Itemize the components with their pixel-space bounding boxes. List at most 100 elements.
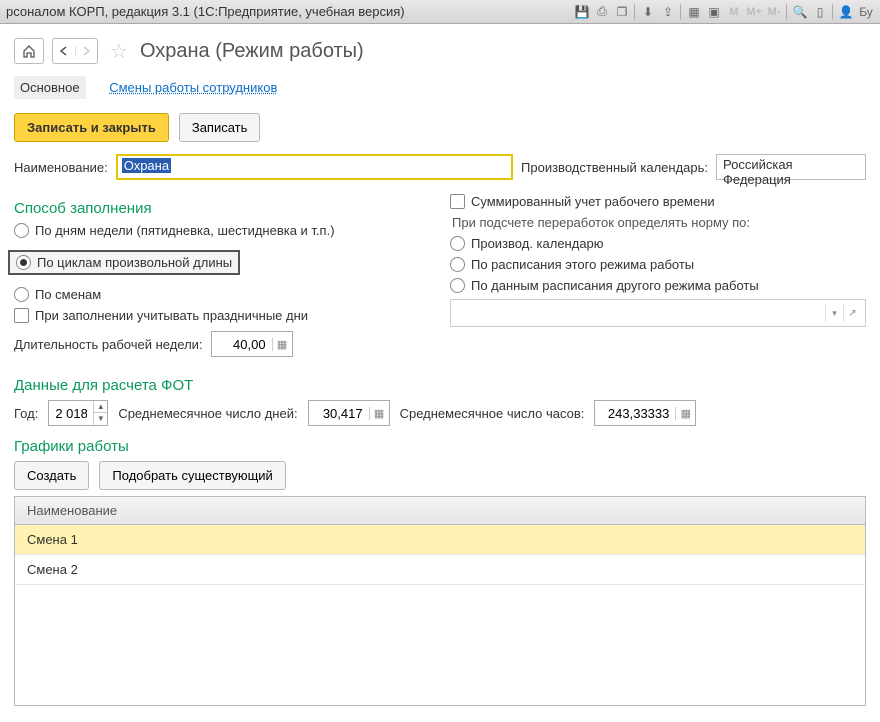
save-button[interactable]: Записать [179,113,261,142]
print-icon[interactable]: ⎙ [594,4,610,20]
tabs: Основное Смены работы сотрудников [14,76,866,99]
check-holidays[interactable]: При заполнении учитывать праздничные дни [14,308,430,323]
radio-icon [14,223,29,238]
radio-overtime-this[interactable]: По расписания этого режима работы [450,257,866,272]
avg-days-field[interactable]: ▦ [308,400,390,426]
titlebar-icons: 💾 ⎙ ❐ ⬇ ⇪ ▦ ▣ M M+ M- 🔍 ▯ 👤 Бу [574,4,874,20]
label-year: Год: [14,406,38,421]
radio-by-cycles[interactable]: По циклам произвольной длины [8,250,240,275]
year-spinner[interactable]: ▲▼ [93,401,107,425]
upload-icon[interactable]: ⇪ [660,4,676,20]
label-overtime: При подсчете переработок определять норм… [452,215,866,230]
radio-icon [16,255,31,270]
spin-up-icon[interactable]: ▲ [94,401,107,413]
name-input[interactable]: Охрана [116,154,513,180]
checkbox-icon [14,308,29,323]
chevron-down-icon: ▾ [825,304,843,322]
tab-main[interactable]: Основное [14,76,86,99]
user-icon[interactable]: 👤 [838,4,854,20]
favorite-star-icon[interactable]: ☆ [110,39,128,64]
page-title: Охрана (Режим работы) [140,40,364,63]
check-label: При заполнении учитывать праздничные дни [35,308,308,323]
calendar-input[interactable]: Российская Федерация [716,154,866,180]
radio-label: По данным расписания другого режима рабо… [471,278,759,293]
expand-icon[interactable]: ↗ [843,304,861,322]
avg-hours-input[interactable] [595,404,675,423]
radio-icon [450,257,465,272]
save-close-button[interactable]: Записать и закрыть [14,113,169,142]
home-icon [22,44,36,58]
calendar-picker-icon[interactable]: ▦ [369,407,389,420]
separator [832,4,834,20]
pick-existing-button[interactable]: Подобрать существующий [99,461,285,490]
week-length-field[interactable]: ▦ [211,331,293,357]
m-icon[interactable]: M [726,4,742,20]
action-buttons: Записать и закрыть Записать [14,113,866,142]
radio-by-weekdays[interactable]: По дням недели (пятидневка, шестидневка … [14,223,430,238]
name-input-selection: Охрана [122,158,171,173]
calendar-picker-icon[interactable]: ▦ [675,407,695,420]
home-button[interactable] [14,38,44,64]
check-label: Суммированный учет рабочего времени [471,194,715,209]
radio-icon [450,278,465,293]
arrow-right-icon [81,46,91,56]
name-row: Наименование: Охрана Производственный ка… [14,154,866,180]
titlebar-text: рсоналом КОРП, редакция 3.1 (1С:Предприя… [6,4,405,19]
radio-label: Производ. календарю [471,236,604,251]
table-row[interactable]: Смена 1 [15,525,865,555]
year-input[interactable] [49,404,93,423]
radio-label: По сменам [35,287,101,302]
table-body: Смена 1 Смена 2 [15,525,865,705]
schedules-table: Наименование Смена 1 Смена 2 [14,496,866,706]
panel-icon[interactable]: ▯ [812,4,828,20]
section-fill-method: Способ заполнения [14,200,430,217]
radio-icon [450,236,465,251]
save-disk-icon[interactable]: 💾 [574,4,590,20]
spin-down-icon[interactable]: ▼ [94,413,107,425]
titlebar: рсоналом КОРП, редакция 3.1 (1С:Предприя… [0,0,880,24]
radio-overtime-other[interactable]: По данным расписания другого режима рабо… [450,278,866,293]
zoom-icon[interactable]: 🔍 [792,4,808,20]
separator [680,4,682,20]
label-avg-hours: Среднемесячное число часов: [400,406,585,421]
m-minus-icon[interactable]: M- [766,4,782,20]
avg-hours-field[interactable]: ▦ [594,400,696,426]
radio-icon [14,287,29,302]
download-icon[interactable]: ⬇ [640,4,656,20]
nav-row: ☆ Охрана (Режим работы) [14,38,866,64]
other-schedule-select[interactable]: ▾ ↗ [450,299,866,327]
week-length-input[interactable] [212,335,272,354]
left-column: Способ заполнения По дням недели (пятидн… [14,190,430,367]
separator [634,4,636,20]
label-week-length: Длительность рабочей недели: [14,337,203,352]
radio-overtime-cal[interactable]: Производ. календарю [450,236,866,251]
check-summed[interactable]: Суммированный учет рабочего времени [450,194,866,209]
user-label: Бу [858,4,874,20]
forward-button[interactable] [76,46,98,56]
fot-row: Год: ▲▼ Среднемесячное число дней: ▦ Сре… [14,400,866,426]
label-avg-days: Среднемесячное число дней: [118,406,297,421]
label-name: Наименование: [14,160,108,175]
copy-icon[interactable]: ❐ [614,4,630,20]
separator [786,4,788,20]
checkbox-icon [450,194,465,209]
nav-back-forward[interactable] [52,38,98,64]
arrow-left-icon [59,46,69,56]
radio-label: По дням недели (пятидневка, шестидневка … [35,223,335,238]
section-fot: Данные для расчета ФОТ [14,377,866,394]
back-button[interactable] [53,46,76,56]
label-calendar: Производственный календарь: [521,160,708,175]
avg-days-input[interactable] [309,404,369,423]
tab-shifts[interactable]: Смены работы сотрудников [103,76,283,99]
calendar-icon[interactable]: ▣ [706,4,722,20]
calc-icon[interactable]: ▦ [686,4,702,20]
section-schedules: Графики работы [14,438,866,455]
table-header-name[interactable]: Наименование [15,497,865,525]
m-plus-icon[interactable]: M+ [746,4,762,20]
year-field[interactable]: ▲▼ [48,400,108,426]
calendar-picker-icon[interactable]: ▦ [272,338,292,351]
right-column: Суммированный учет рабочего времени При … [450,190,866,367]
radio-by-shifts[interactable]: По сменам [14,287,430,302]
create-button[interactable]: Создать [14,461,89,490]
table-row[interactable]: Смена 2 [15,555,865,585]
